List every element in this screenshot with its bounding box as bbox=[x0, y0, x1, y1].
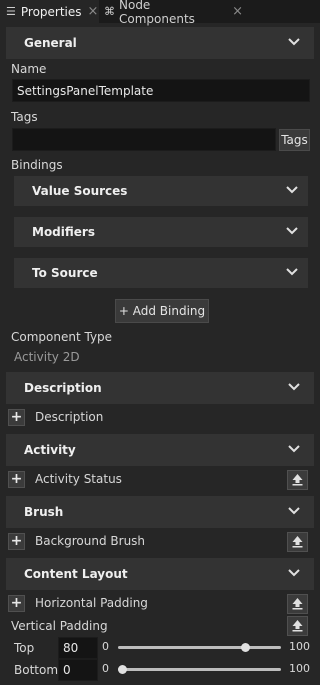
binding-title: Value Sources bbox=[32, 184, 128, 198]
add-icon[interactable]: + bbox=[8, 471, 25, 488]
chevron-down-icon[interactable] bbox=[287, 442, 301, 456]
add-icon[interactable]: + bbox=[8, 409, 25, 426]
top-label: Top bbox=[14, 641, 35, 655]
property-label: Horizontal Padding bbox=[35, 596, 148, 610]
bottom-slider-thumb[interactable] bbox=[118, 665, 127, 674]
bindings-to-source[interactable]: To Source bbox=[14, 258, 308, 288]
tags-button[interactable]: Tags bbox=[279, 129, 310, 151]
close-icon[interactable]: × bbox=[88, 4, 99, 19]
section-general[interactable]: General bbox=[6, 27, 314, 59]
property-label: Background Brush bbox=[35, 534, 146, 548]
close-icon[interactable]: × bbox=[232, 4, 243, 19]
property-row-horizontal-padding: + Horizontal Padding bbox=[6, 591, 314, 617]
name-field[interactable]: SettingsPanelTemplate bbox=[12, 79, 310, 102]
upload-icon[interactable] bbox=[287, 470, 308, 490]
top-max-label: 100 bbox=[289, 640, 310, 653]
components-icon: ⌘ bbox=[104, 5, 115, 18]
property-label: Activity Status bbox=[35, 472, 122, 486]
upload-icon[interactable] bbox=[287, 532, 308, 552]
tab-label: Properties bbox=[20, 4, 82, 19]
section-title: Activity bbox=[24, 443, 76, 457]
vertical-padding-label: Vertical Padding bbox=[11, 619, 108, 633]
chevron-down-icon[interactable] bbox=[287, 35, 301, 49]
section-title: Content Layout bbox=[24, 567, 128, 581]
top-slider-thumb[interactable] bbox=[241, 643, 251, 652]
property-row-background-brush: + Background Brush bbox=[6, 529, 314, 555]
add-icon[interactable]: + bbox=[8, 533, 25, 550]
chevron-down-icon[interactable] bbox=[285, 183, 299, 197]
section-title: General bbox=[24, 36, 77, 50]
property-row-description: + Description bbox=[6, 405, 314, 431]
upload-icon[interactable] bbox=[287, 616, 308, 636]
bottom-value-field[interactable]: 0 bbox=[58, 659, 98, 681]
bottom-slider-track[interactable] bbox=[118, 668, 281, 671]
bindings-label: Bindings bbox=[11, 158, 63, 172]
tab-properties[interactable]: ☰ Properties × bbox=[0, 0, 99, 23]
section-title: Brush bbox=[24, 505, 64, 519]
top-min-label: 0 bbox=[102, 640, 109, 653]
chevron-down-icon[interactable] bbox=[287, 566, 301, 580]
chevron-down-icon[interactable] bbox=[287, 380, 301, 394]
section-description[interactable]: Description bbox=[6, 372, 314, 404]
section-content-layout[interactable]: Content Layout bbox=[6, 558, 314, 590]
section-activity[interactable]: Activity bbox=[6, 434, 314, 466]
add-icon[interactable]: + bbox=[8, 595, 25, 612]
list-icon: ☰ bbox=[6, 5, 16, 18]
top-slider-track[interactable] bbox=[118, 646, 281, 649]
bottom-max-label: 100 bbox=[289, 662, 310, 675]
bottom-min-label: 0 bbox=[102, 662, 109, 675]
name-label: Name bbox=[11, 62, 47, 76]
bottom-label: Bottom bbox=[14, 663, 59, 677]
tags-label: Tags bbox=[11, 110, 38, 124]
tab-bar: ☰ Properties × ⌘ Node Components × bbox=[0, 0, 320, 26]
bindings-value-sources[interactable]: Value Sources bbox=[14, 176, 308, 206]
add-binding-button[interactable]: + Add Binding bbox=[115, 299, 209, 323]
binding-title: To Source bbox=[32, 266, 98, 280]
bindings-modifiers[interactable]: Modifiers bbox=[14, 217, 308, 247]
upload-icon[interactable] bbox=[287, 594, 308, 614]
property-row-activity-status: + Activity Status bbox=[6, 467, 314, 493]
section-title: Description bbox=[24, 381, 102, 395]
tab-node-components[interactable]: ⌘ Node Components × bbox=[101, 0, 243, 26]
component-type-label: Component Type bbox=[11, 330, 113, 344]
binding-title: Modifiers bbox=[32, 225, 95, 239]
section-brush[interactable]: Brush bbox=[6, 496, 314, 528]
chevron-down-icon[interactable] bbox=[287, 504, 301, 518]
component-type-value: Activity 2D bbox=[14, 350, 80, 364]
chevron-down-icon[interactable] bbox=[285, 224, 299, 238]
tags-field[interactable] bbox=[12, 128, 276, 151]
top-value-field[interactable]: 80 bbox=[58, 637, 98, 659]
tab-label: Node Components bbox=[119, 0, 195, 26]
property-label: Description bbox=[35, 410, 104, 424]
chevron-down-icon[interactable] bbox=[285, 265, 299, 279]
